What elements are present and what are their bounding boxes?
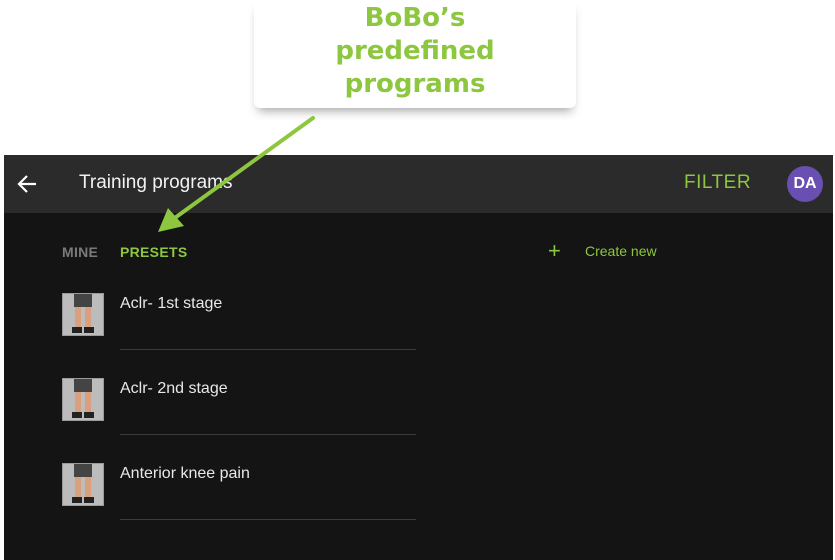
list-item[interactable]: Aclr- 1st stage <box>4 280 833 365</box>
tab-mine[interactable]: MINE <box>62 244 98 260</box>
legs-thumbnail-icon <box>62 293 104 336</box>
list-item[interactable]: Aclr- 2nd stage <box>4 365 833 450</box>
list-item[interactable]: Anterior knee pain <box>4 450 833 535</box>
divider <box>120 519 416 520</box>
program-name: Aclr- 1st stage <box>120 295 223 312</box>
create-new-label: Create new <box>585 243 657 259</box>
top-app-bar: Training programs FILTER DA <box>4 155 833 213</box>
plus-icon: + <box>548 238 561 263</box>
callout-text: BoBo’s predefined programs <box>335 2 495 99</box>
avatar[interactable]: DA <box>787 166 823 202</box>
page-title: Training programs <box>79 172 233 193</box>
program-name: Anterior knee pain <box>120 465 250 482</box>
legs-thumbnail-icon <box>62 378 104 421</box>
filter-button[interactable]: FILTER <box>684 172 751 194</box>
arrow-left-icon <box>17 175 36 193</box>
legs-thumbnail-icon <box>62 463 104 506</box>
back-button[interactable] <box>12 169 42 199</box>
callout-banner: BoBo’s predefined programs <box>254 0 576 108</box>
program-name: Aclr- 2nd stage <box>120 380 228 397</box>
app-window: Training programs FILTER DA MINE PRESETS… <box>4 155 833 560</box>
program-list: Aclr- 1st stage Aclr- 2nd stage Anterior… <box>4 280 833 535</box>
create-new-button[interactable]: + Create new <box>548 238 657 263</box>
tab-presets[interactable]: PRESETS <box>120 244 187 260</box>
divider <box>120 349 416 350</box>
divider <box>120 434 416 435</box>
